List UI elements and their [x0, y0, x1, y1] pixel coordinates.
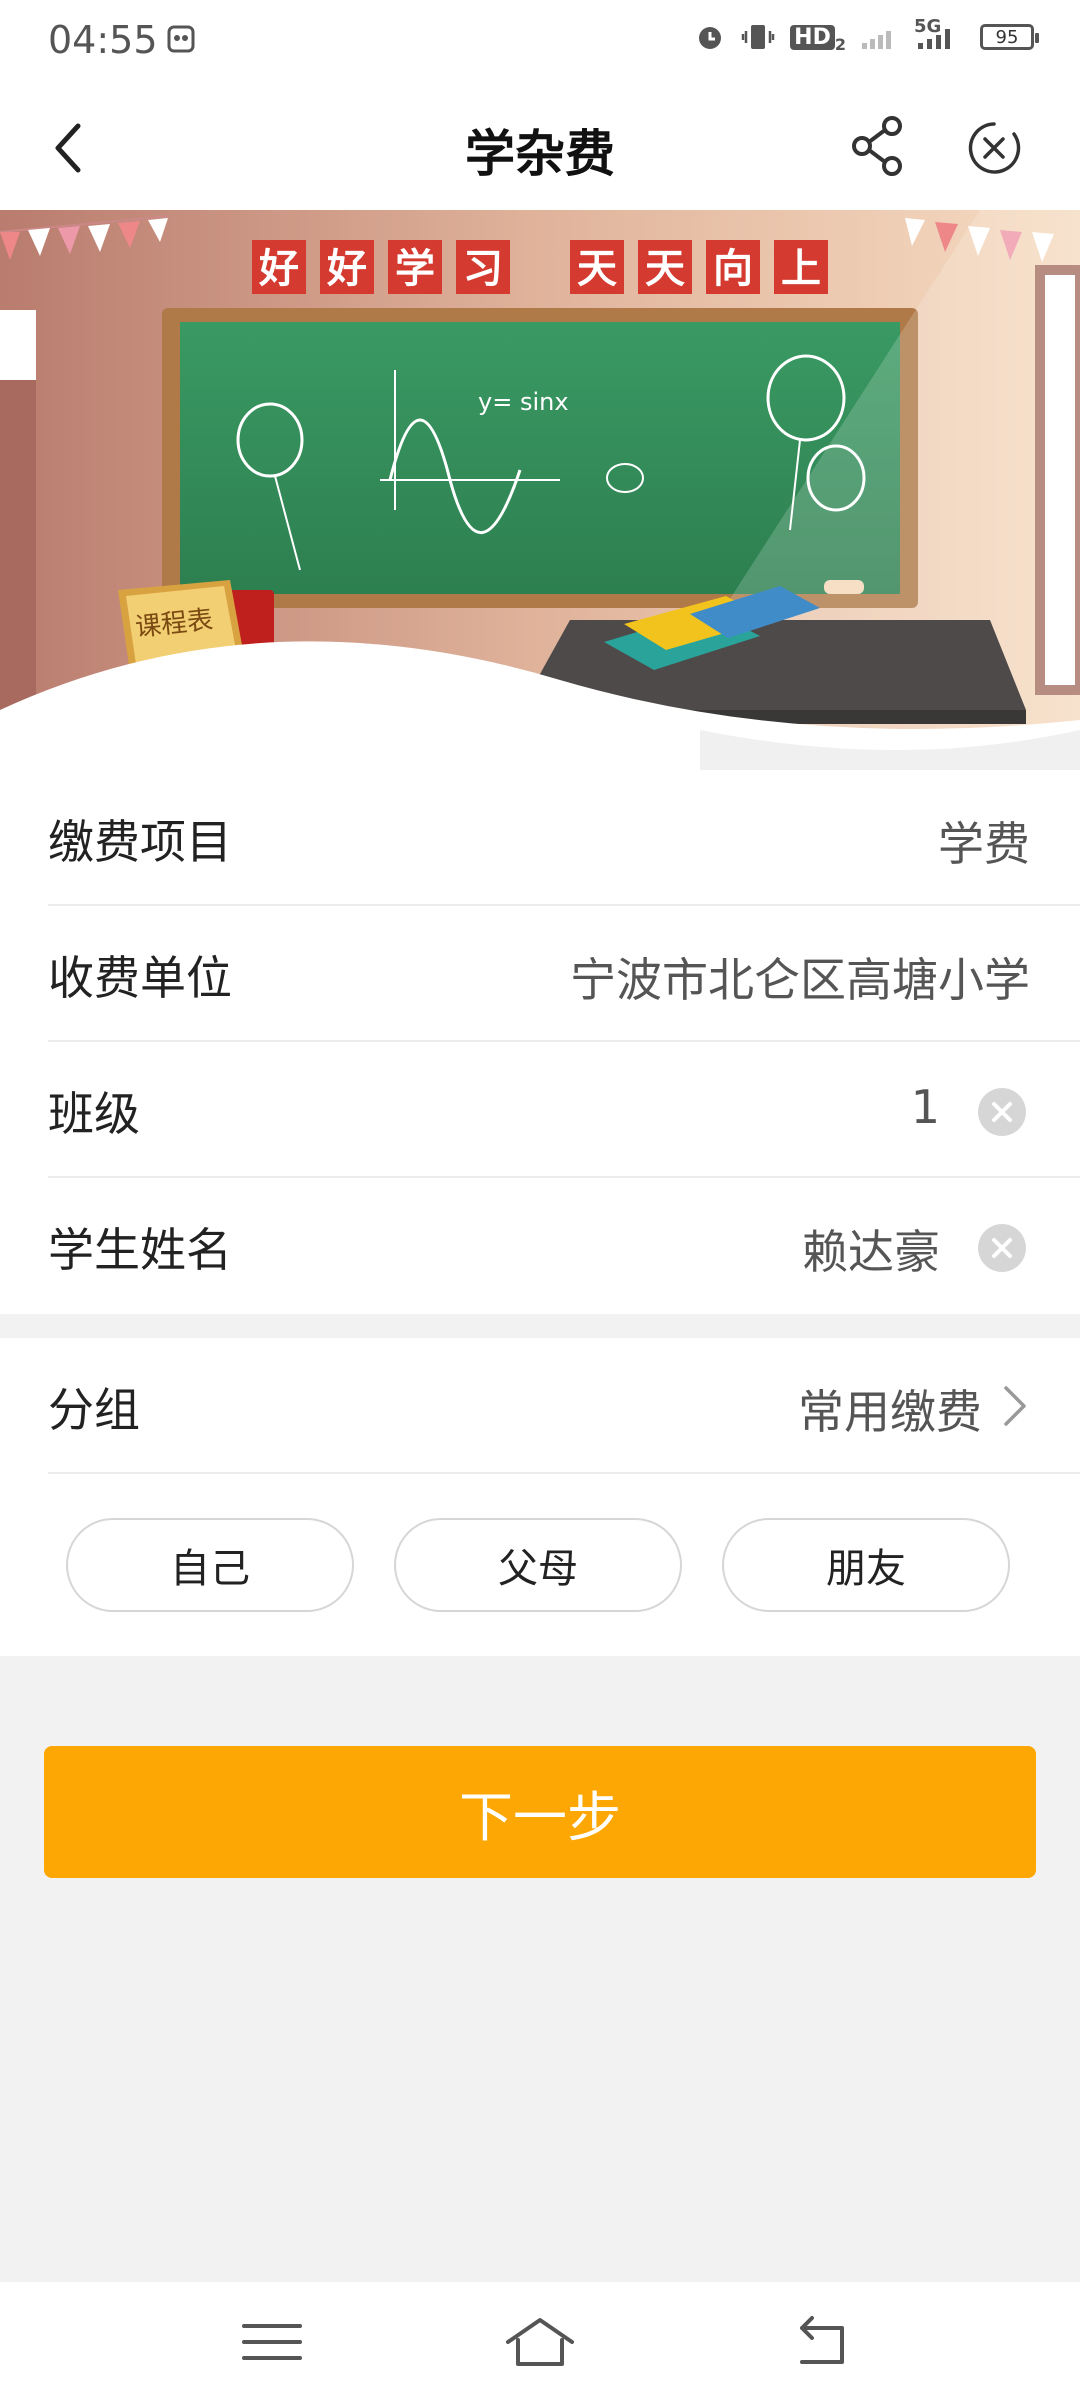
group-selector[interactable]: 分组 常用缴费	[48, 1338, 1080, 1474]
chevron-right-icon	[1004, 1386, 1026, 1426]
class-input[interactable]: 1	[911, 1080, 940, 1134]
signal-weak-icon	[862, 31, 891, 49]
alarm-icon	[699, 27, 722, 49]
student-name-label: 学生姓名	[48, 1223, 232, 1277]
vibrate-icon	[741, 25, 775, 49]
clear-student-name-button[interactable]	[978, 1224, 1026, 1272]
share-button[interactable]	[848, 114, 908, 178]
group-chips: 自己 父母 朋友	[66, 1518, 1010, 1612]
clear-class-button[interactable]	[978, 1088, 1026, 1136]
payment-item-label: 缴费项目	[48, 815, 232, 869]
chip-self[interactable]: 自己	[66, 1518, 354, 1612]
row-payment-item[interactable]: 缴费项目 学费	[48, 770, 1080, 906]
board-formula: y= sinx	[478, 388, 569, 416]
status-time: 04:55	[48, 18, 158, 62]
clear-icon	[992, 1102, 1012, 1122]
row-class[interactable]: 班级 1	[48, 1042, 1080, 1178]
signal-5g-icon: 5G	[914, 16, 966, 54]
chip-parents[interactable]: 父母	[394, 1518, 682, 1612]
group-value: 常用缴费	[798, 1385, 982, 1439]
class-label: 班级	[48, 1087, 140, 1141]
slogan-char: 好	[326, 246, 367, 292]
back-nav-icon[interactable]	[782, 2312, 862, 2372]
system-nav-bar	[0, 2282, 1080, 2408]
battery-indicator: 95	[980, 24, 1039, 50]
payee-value: 宁波市北仑区高塘小学	[570, 953, 1030, 1007]
row-student-name[interactable]: 学生姓名 赖达豪	[48, 1178, 1080, 1314]
slogan-char: 向	[713, 246, 753, 292]
student-name-input[interactable]: 赖达豪	[802, 1216, 940, 1282]
home-icon[interactable]	[500, 2312, 580, 2372]
status-icons: HD 2 5G 95	[694, 16, 1039, 54]
payment-form: 缴费项目 学费 收费单位 宁波市北仑区高塘小学 班级 1 学生姓名 赖达豪	[0, 770, 1080, 1314]
menu-icon[interactable]	[232, 2312, 312, 2372]
classroom-illustration: 好 好 学 习 天 天 向 上 y= sinx 课程表	[0, 210, 1080, 770]
hd-icon: HD 2	[790, 20, 846, 54]
slogan-char: 习	[463, 246, 503, 292]
banner-illustration: 好 好 学 习 天 天 向 上 y= sinx 课程表	[0, 210, 1080, 770]
slogan-char: 天	[645, 246, 685, 292]
status-bar: 04:55 HD 2 5G 95	[0, 0, 1080, 84]
group-label: 分组	[48, 1383, 140, 1437]
clear-icon	[992, 1238, 1012, 1258]
slogan-char: 好	[258, 246, 299, 292]
slogan-char: 上	[781, 246, 821, 292]
chip-friends[interactable]: 朋友	[722, 1518, 1010, 1612]
group-section: 分组 常用缴费 自己 父母 朋友	[0, 1338, 1080, 1656]
row-payee[interactable]: 收费单位 宁波市北仑区高塘小学	[48, 906, 1080, 1042]
top-nav-bar: 学杂费	[0, 84, 1080, 210]
close-button[interactable]	[966, 120, 1022, 176]
app-notification-icon	[167, 25, 195, 53]
slogan-char: 学	[395, 246, 435, 292]
next-step-button[interactable]: 下一步	[44, 1746, 1036, 1878]
payee-label: 收费单位	[48, 951, 232, 1005]
page-title: 学杂费	[465, 125, 615, 183]
slogan-char: 天	[577, 246, 617, 292]
payment-item-value: 学费	[938, 817, 1030, 871]
